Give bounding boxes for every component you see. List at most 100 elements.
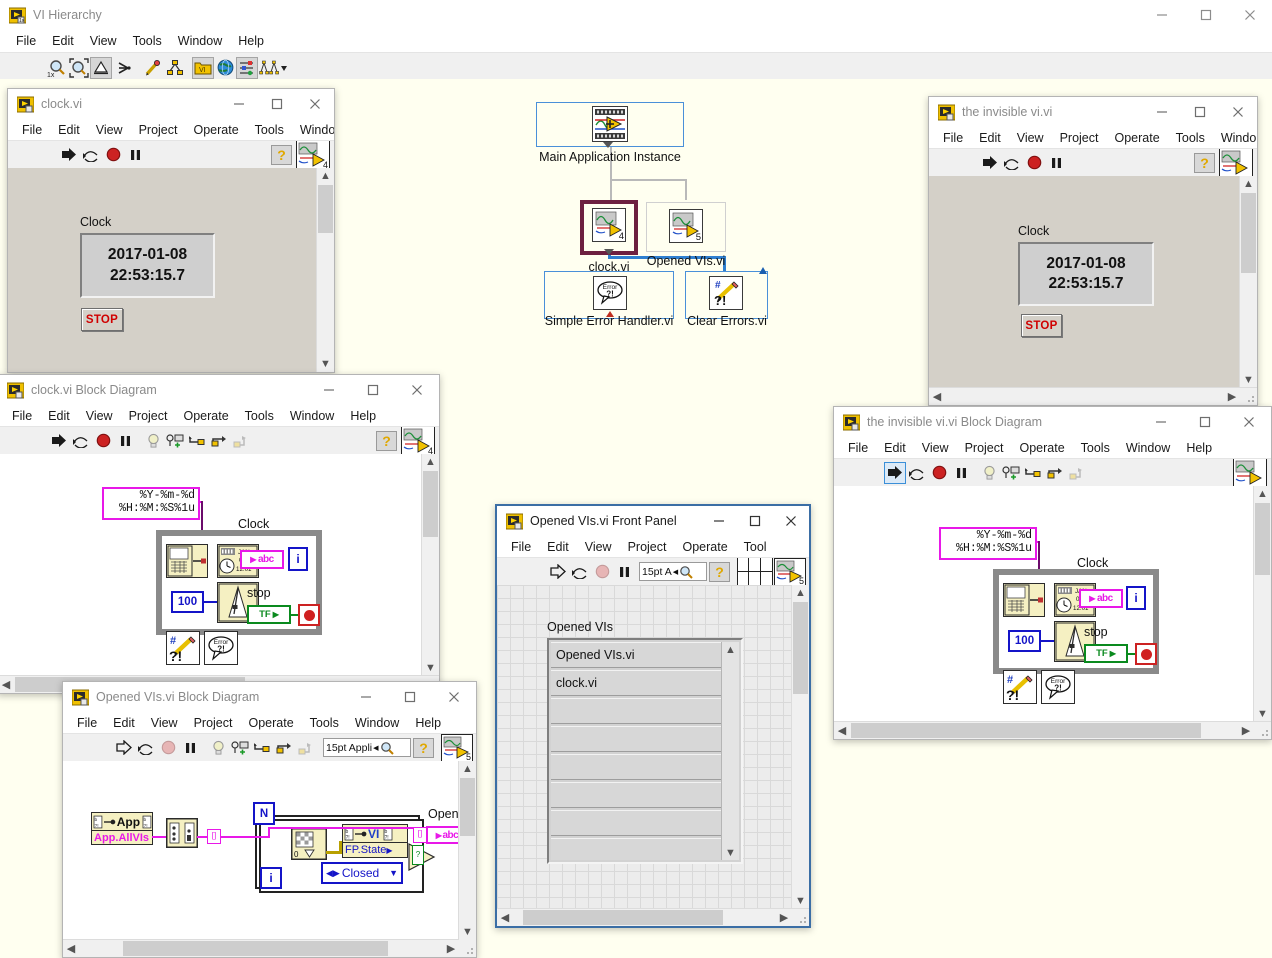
menu-view[interactable]: View [1017,131,1044,145]
menu-tools[interactable]: Tools [1081,441,1110,455]
close-icon[interactable] [296,89,334,119]
menu-window[interactable]: Windo [300,123,334,137]
format-string-constant[interactable]: %Y-%m-%d %H:%M:%S%1u [939,527,1037,560]
minimize-icon[interactable] [344,682,388,712]
step-out-icon[interactable] [230,430,252,452]
run-continuously-icon[interactable] [906,462,928,484]
openedvis-fp-hscrollbar[interactable]: ◀ ▶ [497,908,809,926]
invisible-fp-menubar[interactable]: File Edit View Project Operate Tools Win… [929,127,1257,149]
step-out-icon[interactable] [1066,462,1088,484]
vi-property-node[interactable]: b?! VI b?! FP.State▶ [342,824,408,858]
stop-terminal[interactable]: TF ▶ [1084,644,1128,663]
step-into-icon[interactable] [251,737,273,759]
menu-window[interactable]: Window [1126,441,1170,455]
openedvis-bd-toolbar[interactable]: 15pt Appli ◀ ? 5 [63,734,476,762]
clock-fp-titlebar[interactable]: clock.vi [8,89,334,119]
openedvis-fp-vscrollbar[interactable]: ▲ ▼ [791,585,809,909]
close-icon[interactable] [773,506,809,536]
clock-fp-menubar[interactable]: File Edit View Project Operate Tools Win… [8,119,334,141]
highlight-execution-icon[interactable] [142,430,164,452]
invisible-bd-toolbar[interactable] [834,459,1271,487]
resize-grip[interactable] [1243,391,1256,404]
vi-icon-thumbnail[interactable] [1233,459,1267,486]
menu-help[interactable]: Help [238,34,264,48]
retain-wire-values-icon[interactable] [1000,462,1022,484]
tree-nodes-icon[interactable] [164,57,186,79]
menu-window[interactable]: Window [355,716,399,730]
run-continuously-icon[interactable] [135,737,157,759]
loop-conditional-terminal[interactable]: ? [412,845,424,865]
clock-indicator-terminal[interactable]: ▶ abc [240,550,284,569]
iteration-terminal[interactable]: i [260,867,282,889]
node-clock-vi[interactable]: 4 clock.vi [580,200,638,274]
menu-help[interactable]: Help [350,409,376,423]
align-grid-icon[interactable] [737,558,773,585]
resize-grip[interactable] [795,912,808,925]
list-item[interactable] [551,726,722,752]
list-item[interactable] [551,754,722,780]
menu-file[interactable]: File [511,540,531,554]
hierarchy-titlebar[interactable]: 1x VI Hierarchy [0,0,1272,30]
minimize-icon[interactable] [1143,97,1181,127]
openedvis-fp-canvas[interactable]: Opened VIs Opened VIs.vi clock.vi ▲ ▼ ▲ … [497,585,809,926]
list-item[interactable]: clock.vi [551,670,722,696]
menu-project[interactable]: Project [129,409,168,423]
abort-icon[interactable] [102,144,124,166]
vi-folder-icon[interactable]: VI [192,56,214,79]
node-opened-vis-vi[interactable]: 5 Opened VIs.vi [646,202,726,268]
stop-button[interactable]: STOP [81,308,123,331]
clear-errors-icon[interactable]: # ?! [166,631,200,665]
invisible-fp-vscrollbar[interactable]: ▲ ▼ [1239,176,1257,388]
close-icon[interactable] [1228,0,1272,30]
menu-edit[interactable]: Edit [979,131,1001,145]
resize-grip[interactable] [462,943,475,956]
loop-count-terminal[interactable]: N [253,802,275,825]
clock-bd-titlebar[interactable]: clock.vi Block Diagram [0,375,439,405]
step-into-icon[interactable] [186,430,208,452]
vi-icon-thumbnail[interactable] [1219,149,1253,176]
clock-bd-vscrollbar[interactable]: ▲ ▼ [421,454,439,676]
maximize-icon[interactable] [737,506,773,536]
pause-icon[interactable] [179,737,201,759]
vi-icon-thumbnail[interactable]: 4 [401,427,435,454]
run-icon[interactable] [884,461,906,484]
close-icon[interactable] [1227,407,1271,437]
menu-operate[interactable]: Operate [183,409,228,423]
array-size-icon[interactable] [166,818,198,848]
pencil-icon[interactable] [142,57,164,79]
menu-view[interactable]: View [86,409,113,423]
stop-terminal[interactable]: TF ▶ [247,605,291,624]
menu-project[interactable]: Project [628,540,667,554]
maximize-icon[interactable] [1183,407,1227,437]
clock-bd-canvas[interactable]: %Y-%m-%d %H:%M:%S%1u 12:01 Clock ▶ abc i… [0,454,439,693]
help-icon[interactable]: ? [376,430,397,451]
pause-icon[interactable] [114,430,136,452]
loop-conditional-terminal[interactable] [298,604,320,626]
node-clear-errors-vi[interactable]: # ?! Clear Errors.vi [685,267,768,328]
menu-project[interactable]: Project [1060,131,1099,145]
hierarchy-menubar[interactable]: File Edit View Tools Window Help [0,30,1272,53]
clock-bd-toolbar[interactable]: ? 4 [0,427,439,455]
retain-wire-values-icon[interactable] [229,737,251,759]
menu-operate[interactable]: Operate [682,540,727,554]
minimize-icon[interactable] [1140,0,1184,30]
wait-time-constant[interactable]: 100 [171,591,204,613]
iteration-terminal[interactable]: i [1126,586,1146,610]
run-continuously-icon[interactable] [80,144,102,166]
step-over-icon[interactable] [1044,462,1066,484]
run-continuously-icon[interactable] [1001,152,1023,174]
menu-operate[interactable]: Operate [1114,131,1159,145]
menu-window[interactable]: Window [178,34,222,48]
help-icon[interactable]: ? [1194,152,1215,173]
iteration-terminal[interactable]: i [288,547,308,571]
menu-operate[interactable]: Operate [1019,441,1064,455]
menu-file[interactable]: File [943,131,963,145]
menu-project[interactable]: Project [139,123,178,137]
run-icon[interactable] [48,430,70,452]
help-icon[interactable]: ? [413,737,434,758]
highlight-execution-icon[interactable] [978,462,1000,484]
invisible-bd-vscrollbar[interactable]: ▲ ▼ [1253,486,1271,722]
zoom-1x-icon[interactable]: 1x [46,57,68,79]
invisible-bd-titlebar[interactable]: the invisible vi.vi Block Diagram [834,407,1271,437]
invisible-fp-canvas[interactable]: Clock 2017-01-08 22:53:15.7 STOP ▲ ▼ ◀ ▶ [929,176,1257,405]
